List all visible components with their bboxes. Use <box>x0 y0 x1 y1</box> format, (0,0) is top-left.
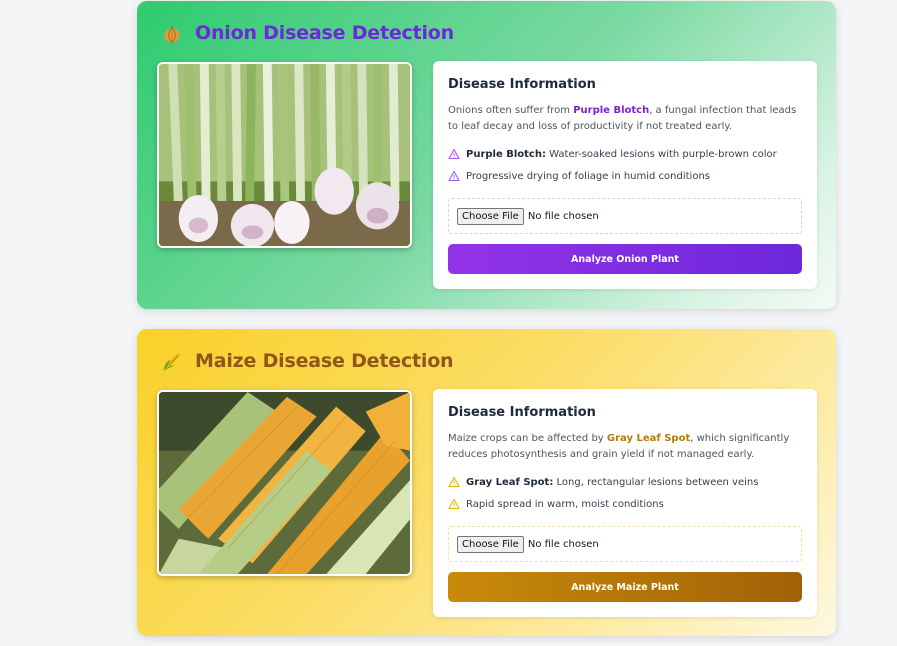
maize-detection-card: Maize Disease Detection Disease Informat… <box>137 329 836 636</box>
analyze-onion-button[interactable]: Analyze Onion Plant <box>448 244 802 274</box>
symptom-text: Gray Leaf Spot: Long, rectangular lesion… <box>466 477 758 488</box>
onion-info-panel: Disease Information Onions often suffer … <box>433 61 817 289</box>
symptom-label: Gray Leaf Spot: <box>466 476 554 488</box>
disease-highlight: Purple Blotch <box>573 105 650 116</box>
onion-icon <box>161 22 183 44</box>
corn-icon <box>161 350 183 372</box>
disease-highlight: Gray Leaf Spot <box>606 433 691 444</box>
desc-text: Onions often suffer from <box>448 105 574 116</box>
maize-description: Maize crops can be affected by Gray Leaf… <box>448 431 808 463</box>
warning-icon <box>448 476 460 488</box>
analyze-maize-button[interactable]: Analyze Maize Plant <box>448 572 802 602</box>
onion-detection-card: Onion Disease Detection Disease Informat… <box>137 1 836 309</box>
file-status: No file chosen <box>527 538 599 550</box>
symptom-item: Gray Leaf Spot: Long, rectangular lesion… <box>448 475 758 489</box>
choose-file-button[interactable]: Choose File <box>457 207 524 225</box>
onion-description: Onions often suffer from Purple Blotch, … <box>448 103 808 135</box>
symptom-text: Rapid spread in warm, moist conditions <box>466 498 664 510</box>
symptom-text: Progressive drying of foliage in humid c… <box>466 170 711 182</box>
warning-icon <box>448 148 460 160</box>
symptom-item: Progressive drying of foliage in humid c… <box>448 169 710 183</box>
onion-title-text: Onion Disease Detection <box>195 22 454 44</box>
symptom-text: Purple Blotch: Water-soaked lesions with… <box>466 149 777 160</box>
info-heading: Disease Information <box>448 77 596 92</box>
maize-photo <box>157 390 412 576</box>
symptom-detail: Water-soaked lesions with purple-brown c… <box>545 148 777 160</box>
choose-file-button[interactable]: Choose File <box>457 535 524 553</box>
maize-card-title: Maize Disease Detection <box>161 349 454 373</box>
onion-photo <box>157 62 412 248</box>
symptom-detail: Long, rectangular lesions between veins <box>553 476 759 488</box>
symptom-item: Rapid spread in warm, moist conditions <box>448 497 664 511</box>
maize-file-upload[interactable]: Choose File No file chosen <box>448 526 802 562</box>
page: Onion Disease Detection Disease Informat… <box>0 0 897 646</box>
symptom-label: Purple Blotch: <box>466 148 546 160</box>
maize-title-text: Maize Disease Detection <box>195 350 454 372</box>
onion-file-upload[interactable]: Choose File No file chosen <box>448 198 802 234</box>
maize-info-panel: Disease Information Maize crops can be a… <box>433 389 817 617</box>
symptom-item: Purple Blotch: Water-soaked lesions with… <box>448 147 777 161</box>
info-heading: Disease Information <box>448 405 596 420</box>
file-status: No file chosen <box>527 210 599 222</box>
desc-text: Maize crops can be affected by <box>448 433 607 444</box>
warning-icon <box>448 498 460 510</box>
warning-icon <box>448 170 460 182</box>
onion-card-title: Onion Disease Detection <box>161 21 454 45</box>
